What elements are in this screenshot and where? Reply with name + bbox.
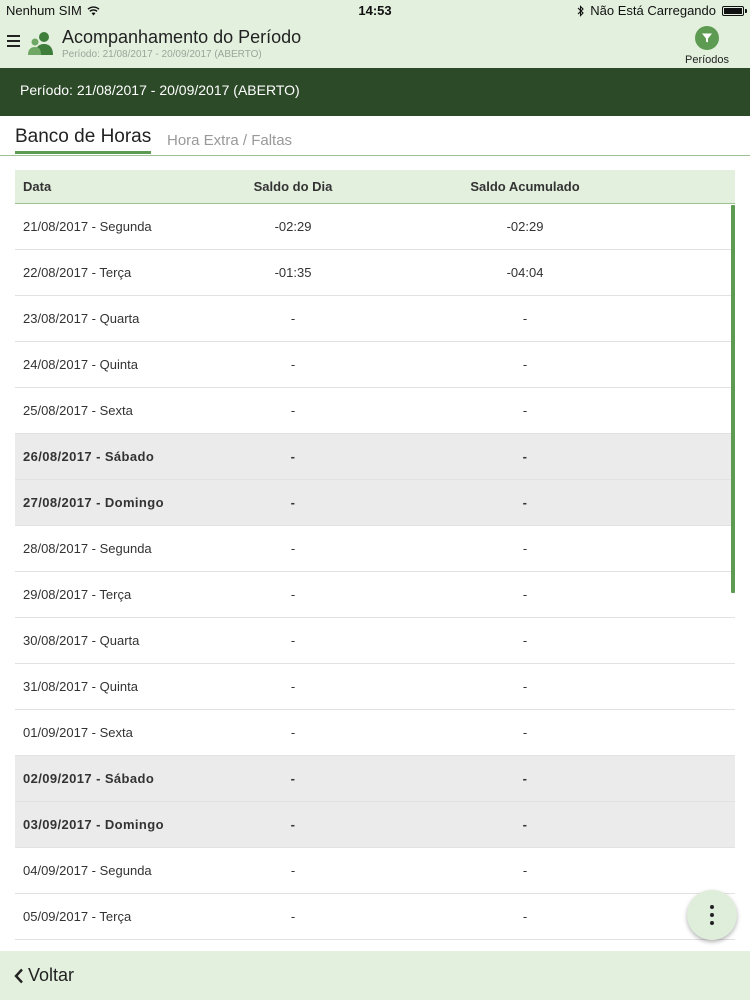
table-row[interactable]: 24/08/2017 - Quinta - - (15, 342, 735, 388)
cell-saldo-dia: -01:35 (274, 265, 312, 280)
cell-saldo-dia: - (290, 311, 296, 326)
cell-saldo-dia: - (290, 495, 296, 510)
page-title: Acompanhamento do Período (62, 27, 302, 47)
tab-hora-extra-faltas[interactable]: Hora Extra / Faltas (167, 132, 292, 149)
cell-saldo-acumulado: - (522, 863, 528, 878)
cell-data: 25/08/2017 - Sexta (23, 403, 133, 418)
cell-data: 24/08/2017 - Quinta (23, 357, 138, 372)
table-row[interactable]: 01/09/2017 - Sexta - - (15, 710, 735, 756)
column-header-data: Data (23, 179, 52, 194)
bluetooth-icon (577, 4, 585, 17)
cell-saldo-acumulado: - (522, 725, 528, 740)
cell-saldo-acumulado: - (522, 679, 528, 694)
chevron-left-icon (14, 968, 23, 983)
table-row[interactable]: 05/09/2017 - Terça - - (15, 894, 735, 940)
cell-data: 05/09/2017 - Terça (23, 909, 132, 924)
table-row[interactable]: 03/09/2017 - Domingo - - (15, 802, 735, 848)
table-row[interactable]: 21/08/2017 - Segunda -02:29 -02:29 (15, 204, 735, 250)
status-bar: Nenhum SIM 14:53 Não Está Carregando (0, 0, 750, 20)
cell-saldo-acumulado: - (522, 909, 528, 924)
page-subtitle: Período: 21/08/2017 - 20/09/2017 (ABERTO… (62, 49, 262, 60)
hours-table[interactable]: Data Saldo do Dia Saldo Acumulado 21/08/… (15, 170, 735, 951)
cell-saldo-acumulado (460, 940, 590, 951)
cell-data: 27/08/2017 - Domingo (23, 495, 164, 510)
cell-saldo-dia: - (290, 403, 296, 418)
cell-saldo-dia: - (290, 541, 296, 556)
table-row[interactable]: 23/08/2017 - Quarta - - (15, 296, 735, 342)
cell-saldo-dia: - (290, 587, 296, 602)
more-vertical-icon (710, 903, 714, 927)
status-bar-right: Não Está Carregando (577, 3, 747, 18)
back-label: Voltar (28, 965, 75, 985)
footer-bar: Voltar (0, 951, 750, 1000)
menu-icon[interactable] (7, 35, 20, 47)
cell-data: 01/09/2017 - Sexta (23, 725, 133, 740)
cell-saldo-acumulado: - (522, 541, 528, 556)
tab-bar: Banco de Horas Hora Extra / Faltas (0, 116, 750, 156)
periods-filter-button[interactable]: Períodos (678, 24, 736, 68)
cell-saldo-acumulado: - (522, 495, 528, 510)
table-scrollbar[interactable] (731, 205, 735, 593)
cell-data: 21/08/2017 - Segunda (23, 219, 152, 234)
table-body: 21/08/2017 - Segunda -02:29 -02:29 22/08/20… (15, 204, 735, 951)
table-row[interactable] (15, 940, 735, 951)
table-row[interactable]: 30/08/2017 - Quarta - - (15, 618, 735, 664)
cell-saldo-dia: - (290, 817, 296, 832)
table-row[interactable]: 31/08/2017 - Quinta - - (15, 664, 735, 710)
cell-data: 03/09/2017 - Domingo (23, 817, 164, 832)
table-row[interactable]: 28/08/2017 - Segunda - - (15, 526, 735, 572)
more-options-button[interactable] (687, 890, 737, 940)
cell-saldo-acumulado: -02:29 (506, 219, 544, 234)
charging-status: Não Está Carregando (590, 3, 716, 18)
column-header-saldo-dia: Saldo do Dia (253, 179, 333, 194)
cell-data: 02/09/2017 - Sábado (23, 771, 155, 786)
periods-filter-label: Períodos (684, 54, 730, 66)
column-header-saldo-acumulado: Saldo Acumulado (470, 179, 580, 194)
cell-data: 31/08/2017 - Quinta (23, 679, 138, 694)
cell-saldo-acumulado: - (522, 633, 528, 648)
cell-data: 30/08/2017 - Quarta (23, 633, 140, 648)
cell-saldo-acumulado: - (522, 817, 528, 832)
cell-saldo-dia: - (290, 357, 296, 372)
table-row[interactable]: 22/08/2017 - Terça -01:35 -04:04 (15, 250, 735, 296)
cell-saldo-dia: - (290, 863, 296, 878)
cell-data: 04/09/2017 - Segunda (23, 863, 152, 878)
table-row[interactable]: 27/08/2017 - Domingo - - (15, 480, 735, 526)
table-row[interactable]: 26/08/2017 - Sábado - - (15, 434, 735, 480)
cell-saldo-dia: - (290, 909, 296, 924)
app-header: Acompanhamento do Período Período: 21/08… (0, 20, 750, 68)
cell-saldo-acumulado: - (522, 587, 528, 602)
cell-data: 26/08/2017 - Sábado (23, 449, 155, 464)
table-row[interactable]: 04/09/2017 - Segunda - - (15, 848, 735, 894)
cell-saldo-dia (252, 940, 334, 951)
table-header: Data Saldo do Dia Saldo Acumulado (15, 170, 735, 204)
table-row[interactable]: 29/08/2017 - Terça - - (15, 572, 735, 618)
tab-banco-de-horas[interactable]: Banco de Horas (15, 126, 152, 154)
filter-icon (695, 26, 719, 50)
cell-saldo-acumulado: - (522, 771, 528, 786)
cell-saldo-dia: -02:29 (274, 219, 312, 234)
cell-data: 28/08/2017 - Segunda (23, 541, 152, 556)
cell-saldo-acumulado: - (522, 449, 528, 464)
cell-saldo-dia: - (290, 771, 296, 786)
cell-data: 29/08/2017 - Terça (23, 587, 132, 602)
cell-saldo-dia: - (290, 725, 296, 740)
table-row[interactable]: 02/09/2017 - Sábado - - (15, 756, 735, 802)
back-button[interactable]: Voltar (14, 965, 74, 986)
user-group-icon (28, 32, 53, 55)
cell-saldo-acumulado: -04:04 (506, 265, 544, 280)
cell-saldo-acumulado: - (522, 357, 528, 372)
period-banner: Período: 21/08/2017 - 20/09/2017 (ABERTO… (0, 68, 750, 116)
battery-icon (722, 5, 747, 16)
cell-data: 23/08/2017 - Quarta (23, 311, 140, 326)
table-row[interactable]: 25/08/2017 - Sexta - - (15, 388, 735, 434)
cell-data: 22/08/2017 - Terça (23, 265, 132, 280)
cell-saldo-dia: - (290, 679, 296, 694)
cell-saldo-dia: - (290, 449, 296, 464)
cell-saldo-acumulado: - (522, 311, 528, 326)
cell-saldo-dia: - (290, 633, 296, 648)
cell-saldo-acumulado: - (522, 403, 528, 418)
